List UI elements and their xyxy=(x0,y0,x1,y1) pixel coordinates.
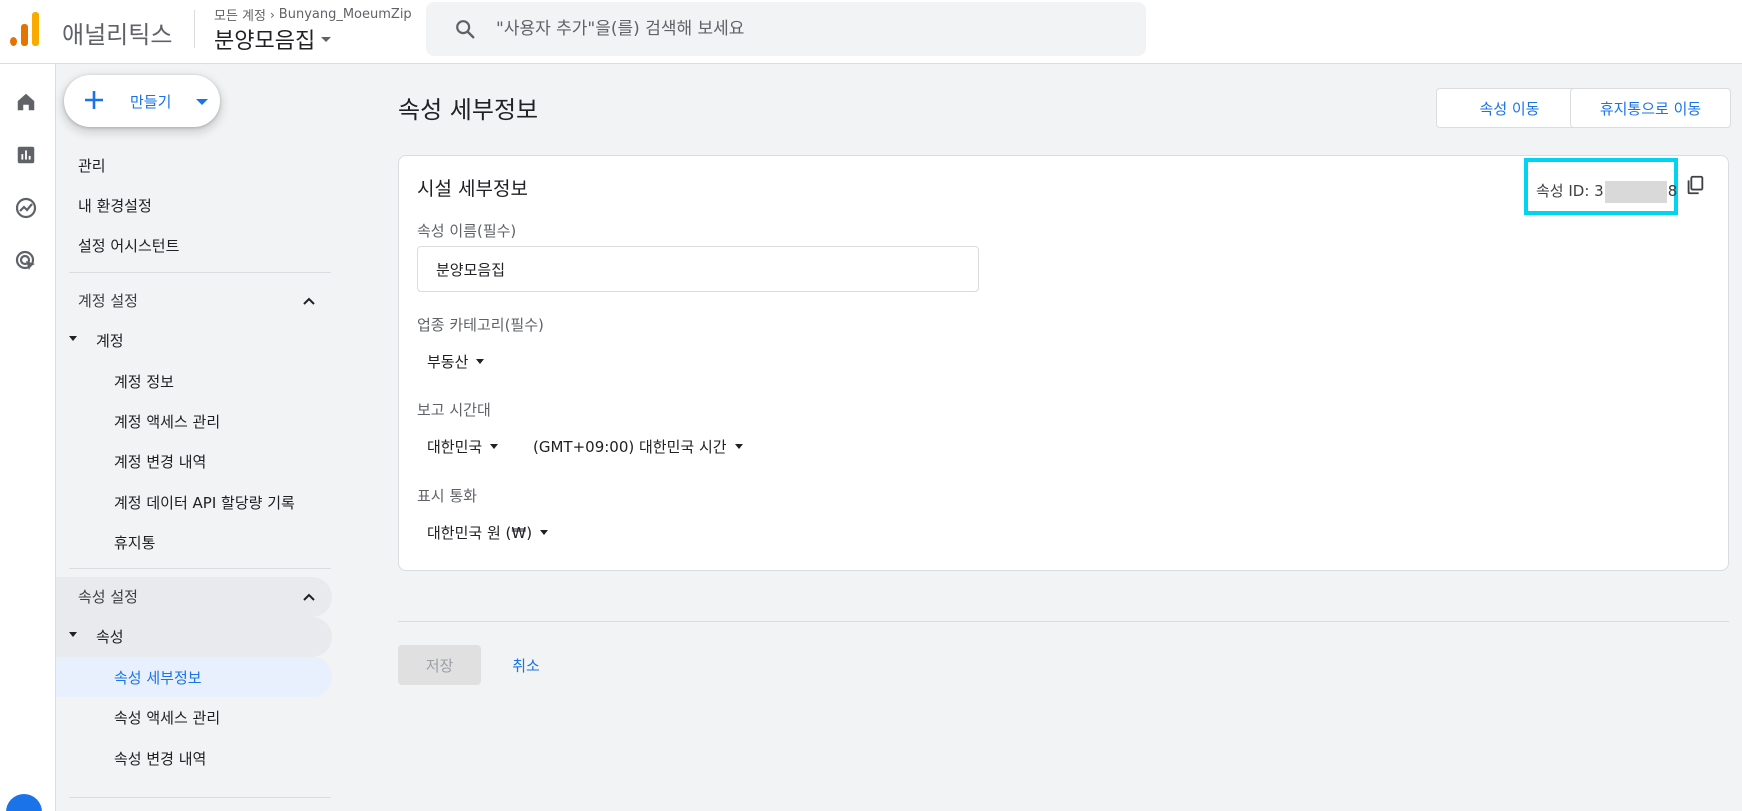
nav-account-api-quota[interactable]: 계정 데이터 API 할당량 기록 xyxy=(114,492,295,513)
property-id: 속성 ID: 3 8 xyxy=(1536,180,1677,203)
account-settings-header[interactable]: 계정 설정 xyxy=(78,290,138,311)
timezone-select[interactable]: (GMT+09:00) 대한민국 시간 xyxy=(533,436,743,457)
plus-icon xyxy=(85,91,103,109)
currency-select[interactable]: 대한민국 원 (₩) xyxy=(427,522,549,543)
caret-down-icon xyxy=(476,359,485,364)
nav-divider xyxy=(69,568,331,569)
caret-down-icon xyxy=(540,530,549,535)
property-name-label: 속성 이름(필수) xyxy=(417,222,517,240)
nav-property-access[interactable]: 속성 액세스 관리 xyxy=(114,707,220,728)
timezone-country-value: 대한민국 xyxy=(427,438,483,456)
header-divider xyxy=(194,10,195,48)
admin-gear-icon[interactable] xyxy=(6,794,42,811)
analytics-logo-icon[interactable] xyxy=(10,12,40,46)
timezone-value: (GMT+09:00) 대한민국 시간 xyxy=(533,438,727,456)
move-property-button[interactable]: 속성 이동 xyxy=(1436,88,1583,128)
property-name-input[interactable] xyxy=(417,246,979,292)
nav-property-group[interactable]: 속성 xyxy=(96,626,124,647)
nav-divider xyxy=(69,272,331,273)
nav-account-details[interactable]: 계정 정보 xyxy=(114,371,174,392)
industry-category-select[interactable]: 부동산 xyxy=(427,351,485,372)
expand-triangle-icon[interactable] xyxy=(69,632,77,637)
breadcrumb-account[interactable]: Bunyang_MoeumZip xyxy=(279,7,412,22)
save-button[interactable]: 저장 xyxy=(398,645,481,685)
search-input[interactable] xyxy=(496,19,1096,39)
property-settings-header[interactable]: 속성 설정 xyxy=(78,586,138,607)
caret-down-icon xyxy=(321,36,332,42)
chevron-up-icon[interactable] xyxy=(302,590,316,604)
copy-icon[interactable] xyxy=(1684,174,1706,196)
create-button[interactable]: 만들기 xyxy=(64,75,220,127)
property-id-suffix: 8 xyxy=(1667,182,1678,200)
breadcrumb-all-accounts[interactable]: 모든 계정 xyxy=(214,5,266,24)
property-switcher[interactable]: 분양모음집 xyxy=(214,23,332,55)
create-button-label: 만들기 xyxy=(130,93,172,111)
cancel-button[interactable]: 취소 xyxy=(500,645,552,685)
currency-value: 대한민국 원 (₩) xyxy=(427,524,533,542)
footer-divider xyxy=(398,621,1729,622)
nav-account-change-history[interactable]: 계정 변경 내역 xyxy=(114,451,206,472)
nav-property-change-history[interactable]: 속성 변경 내역 xyxy=(114,748,206,769)
nav-account-group[interactable]: 계정 xyxy=(96,330,124,351)
top-app-bar: 애널리틱스 모든 계정 › Bunyang_MoeumZip 분양모음집 xyxy=(0,0,1742,64)
move-to-trash-button[interactable]: 휴지통으로 이동 xyxy=(1570,88,1731,128)
redacted-id-mask xyxy=(1604,180,1667,203)
chevron-right-icon: › xyxy=(269,7,275,22)
advertising-icon[interactable] xyxy=(13,248,39,274)
chevron-up-icon[interactable] xyxy=(302,294,316,308)
nav-trash[interactable]: 휴지통 xyxy=(114,532,155,553)
search-icon xyxy=(456,20,475,39)
timezone-country-select[interactable]: 대한민국 xyxy=(427,436,499,457)
admin-side-nav: 만들기 관리 내 환경설정 설정 어시스턴트 계정 설정 계정 계정 정보 계정… xyxy=(56,64,346,811)
card-title: 시설 세부정보 xyxy=(417,178,528,200)
search-bar[interactable] xyxy=(426,2,1146,56)
property-id-highlight: 속성 ID: 3 8 xyxy=(1524,158,1678,215)
caret-down-icon xyxy=(734,444,743,449)
explore-icon[interactable] xyxy=(13,195,39,221)
breadcrumb[interactable]: 모든 계정 › Bunyang_MoeumZip xyxy=(214,5,412,24)
caret-down-icon xyxy=(196,99,208,105)
nav-rail xyxy=(0,64,56,811)
property-name: 분양모음집 xyxy=(214,29,316,54)
nav-divider xyxy=(69,797,331,798)
reporting-timezone-label: 보고 시간대 xyxy=(417,401,491,419)
property-id-prefix: 속성 ID: 3 xyxy=(1536,182,1604,200)
caret-down-icon xyxy=(490,444,499,449)
app-name: 애널리틱스 xyxy=(62,21,173,49)
property-details-card: 시설 세부정보 속성 ID: 38 속성 이름(필수) 업종 카테고리(필수) … xyxy=(398,155,1729,571)
industry-category-value: 부동산 xyxy=(427,353,469,371)
page-title: 속성 세부정보 xyxy=(398,96,539,124)
reports-icon[interactable] xyxy=(13,142,39,168)
currency-label: 표시 통화 xyxy=(417,487,477,505)
nav-setup-assistant[interactable]: 설정 어시스턴트 xyxy=(78,235,179,256)
nav-property-details[interactable]: 속성 세부정보 xyxy=(114,667,202,688)
industry-category-label: 업종 카테고리(필수) xyxy=(417,316,544,334)
home-icon[interactable] xyxy=(13,89,39,115)
nav-account-access[interactable]: 계정 액세스 관리 xyxy=(114,411,220,432)
expand-triangle-icon[interactable] xyxy=(69,336,77,341)
nav-my-preferences[interactable]: 내 환경설정 xyxy=(78,195,152,216)
nav-admin[interactable]: 관리 xyxy=(78,155,106,176)
